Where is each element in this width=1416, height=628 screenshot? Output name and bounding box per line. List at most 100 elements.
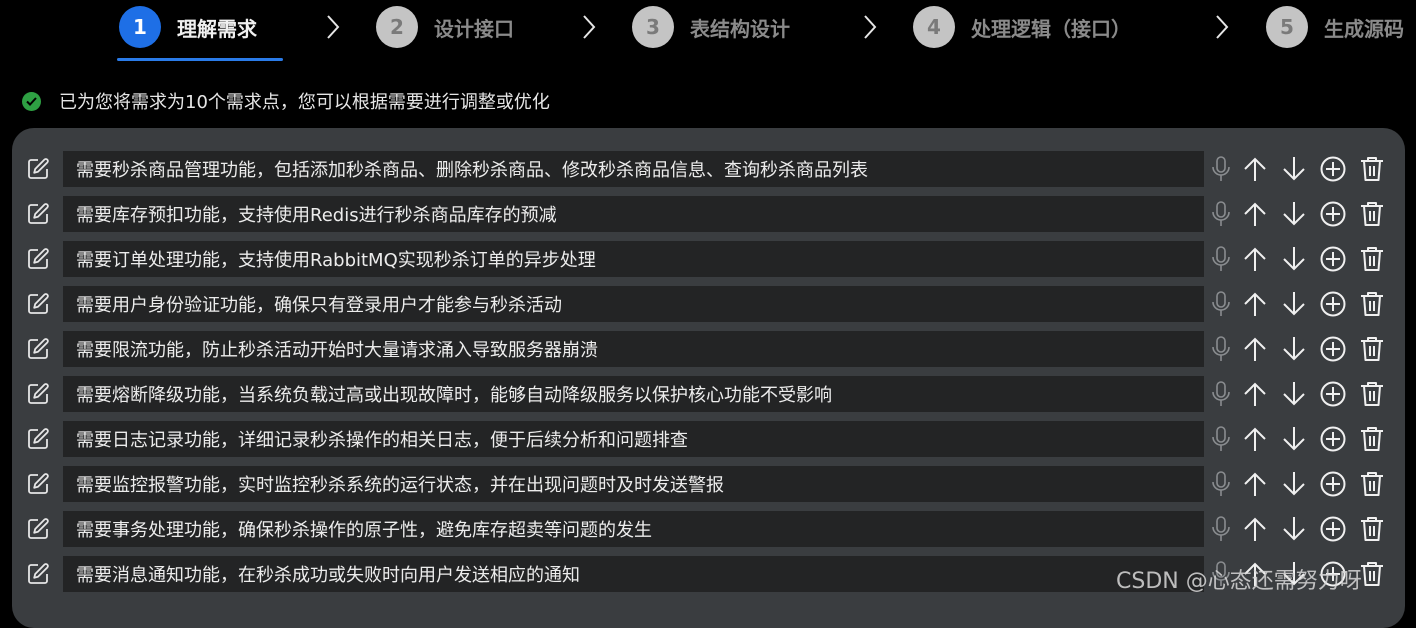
arrow-up-icon[interactable] [1241,425,1269,453]
chevron-right-icon [582,14,596,40]
requirement-row: 需要库存预扣功能，支持使用Redis进行秒杀商品库存的预减 [12,195,1405,233]
microphone-icon[interactable] [1207,245,1235,273]
plus-circle-icon[interactable] [1319,245,1347,273]
step-number: 1 [119,6,161,48]
step-number: 4 [913,6,955,48]
requirement-input[interactable]: 需要监控报警功能，实时监控秒杀系统的运行状态，并在出现问题时及时发送警报 [63,466,1204,502]
plus-circle-icon[interactable] [1319,155,1347,183]
step-processing-logic[interactable]: 4 处理逻辑（接口） [913,6,1131,48]
step-understand-requirements[interactable]: 1 理解需求 [119,6,257,48]
check-circle-icon [22,91,41,111]
requirement-row: 需要订单处理功能，支持使用RabbitMQ实现秒杀订单的异步处理 [12,240,1405,278]
trash-icon[interactable] [1358,425,1386,453]
edit-icon[interactable] [26,202,50,226]
plus-circle-icon[interactable] [1319,425,1347,453]
chevron-right-icon [863,14,877,40]
requirement-row: 需要用户身份验证功能，确保只有登录用户才能参与秒杀活动 [12,285,1405,323]
trash-icon[interactable] [1358,200,1386,228]
arrow-up-icon[interactable] [1241,245,1269,273]
arrow-down-icon[interactable] [1280,155,1308,183]
chevron-right-icon [326,14,340,40]
arrow-up-icon[interactable] [1241,200,1269,228]
step-label: 表结构设计 [690,16,790,41]
arrow-down-icon[interactable] [1280,380,1308,408]
step-design-interface[interactable]: 2 设计接口 [376,6,514,48]
arrow-down-icon[interactable] [1280,245,1308,273]
requirement-input[interactable]: 需要消息通知功能，在秒杀成功或失败时向用户发送相应的通知 [63,556,1204,592]
trash-icon[interactable] [1358,560,1386,588]
requirement-row: 需要熔断降级功能，当系统负载过高或出现故障时，能够自动降级服务以保护核心功能不受… [12,375,1405,413]
stepper: 1 理解需求 2 设计接口 3 表结构设计 4 处理逻辑（接口） 5 生成源码 [0,0,1416,62]
arrow-up-icon[interactable] [1241,380,1269,408]
requirement-row: 需要事务处理功能，确保秒杀操作的原子性，避免库存超卖等问题的发生 [12,510,1405,548]
requirement-input[interactable]: 需要库存预扣功能，支持使用Redis进行秒杀商品库存的预减 [63,196,1204,232]
chevron-right-icon [1215,14,1229,40]
plus-circle-icon[interactable] [1319,290,1347,318]
trash-icon[interactable] [1358,335,1386,363]
edit-icon[interactable] [26,247,50,271]
arrow-down-icon[interactable] [1280,470,1308,498]
arrow-down-icon[interactable] [1280,515,1308,543]
plus-circle-icon[interactable] [1319,380,1347,408]
arrow-up-icon[interactable] [1241,155,1269,183]
plus-circle-icon[interactable] [1319,335,1347,363]
requirement-row: 需要监控报警功能，实时监控秒杀系统的运行状态，并在出现问题时及时发送警报 [12,465,1405,503]
requirement-input[interactable]: 需要秒杀商品管理功能，包括添加秒杀商品、删除秒杀商品、修改秒杀商品信息、查询秒杀… [63,151,1204,187]
plus-circle-icon[interactable] [1319,470,1347,498]
arrow-up-icon[interactable] [1241,515,1269,543]
microphone-icon[interactable] [1207,425,1235,453]
requirement-row: 需要日志记录功能，详细记录秒杀操作的相关日志，便于后续分析和问题排查 [12,420,1405,458]
requirement-input[interactable]: 需要日志记录功能，详细记录秒杀操作的相关日志，便于后续分析和问题排查 [63,421,1204,457]
arrow-down-icon[interactable] [1280,290,1308,318]
notice-text: 已为您将需求为10个需求点，您可以根据需要进行调整或优化 [59,92,550,113]
step-label: 处理逻辑（接口） [971,16,1131,41]
step-generate-source[interactable]: 5 生成源码 [1266,6,1404,48]
requirement-row: 需要限流功能，防止秒杀活动开始时大量请求涌入导致服务器崩溃 [12,330,1405,368]
edit-icon[interactable] [26,382,50,406]
arrow-up-icon[interactable] [1241,470,1269,498]
microphone-icon[interactable] [1207,380,1235,408]
microphone-icon[interactable] [1207,335,1235,363]
plus-circle-icon[interactable] [1319,200,1347,228]
arrow-down-icon[interactable] [1280,200,1308,228]
edit-icon[interactable] [26,427,50,451]
edit-icon[interactable] [26,337,50,361]
step-number: 5 [1266,6,1308,48]
edit-icon[interactable] [26,157,50,181]
trash-icon[interactable] [1358,155,1386,183]
microphone-icon[interactable] [1207,470,1235,498]
microphone-icon[interactable] [1207,515,1235,543]
step-number: 2 [376,6,418,48]
trash-icon[interactable] [1358,470,1386,498]
requirement-row: 需要秒杀商品管理功能，包括添加秒杀商品、删除秒杀商品、修改秒杀商品信息、查询秒杀… [12,150,1405,188]
requirement-input[interactable]: 需要订单处理功能，支持使用RabbitMQ实现秒杀订单的异步处理 [63,241,1204,277]
step-label: 生成源码 [1324,16,1404,41]
step-label: 设计接口 [434,16,514,41]
arrow-up-icon[interactable] [1241,290,1269,318]
trash-icon[interactable] [1358,245,1386,273]
arrow-down-icon[interactable] [1280,335,1308,363]
microphone-icon[interactable] [1207,200,1235,228]
edit-icon[interactable] [26,562,50,586]
watermark: CSDN @心态还需努力呀 [1116,569,1362,594]
requirements-panel: 需要秒杀商品管理功能，包括添加秒杀商品、删除秒杀商品、修改秒杀商品信息、查询秒杀… [12,128,1405,628]
requirement-input[interactable]: 需要用户身份验证功能，确保只有登录用户才能参与秒杀活动 [63,286,1204,322]
edit-icon[interactable] [26,292,50,316]
trash-icon[interactable] [1358,290,1386,318]
step-label: 理解需求 [177,16,257,41]
plus-circle-icon[interactable] [1319,515,1347,543]
edit-icon[interactable] [26,472,50,496]
microphone-icon[interactable] [1207,155,1235,183]
arrow-up-icon[interactable] [1241,335,1269,363]
requirement-input[interactable]: 需要事务处理功能，确保秒杀操作的原子性，避免库存超卖等问题的发生 [63,511,1204,547]
microphone-icon[interactable] [1207,290,1235,318]
arrow-down-icon[interactable] [1280,425,1308,453]
step-number: 3 [632,6,674,48]
step-table-design[interactable]: 3 表结构设计 [632,6,790,48]
trash-icon[interactable] [1358,380,1386,408]
edit-icon[interactable] [26,517,50,541]
trash-icon[interactable] [1358,515,1386,543]
requirement-input[interactable]: 需要熔断降级功能，当系统负载过高或出现故障时，能够自动降级服务以保护核心功能不受… [63,376,1204,412]
requirement-input[interactable]: 需要限流功能，防止秒杀活动开始时大量请求涌入导致服务器崩溃 [63,331,1204,367]
success-notice: 已为您将需求为10个需求点，您可以根据需要进行调整或优化 [22,88,550,114]
